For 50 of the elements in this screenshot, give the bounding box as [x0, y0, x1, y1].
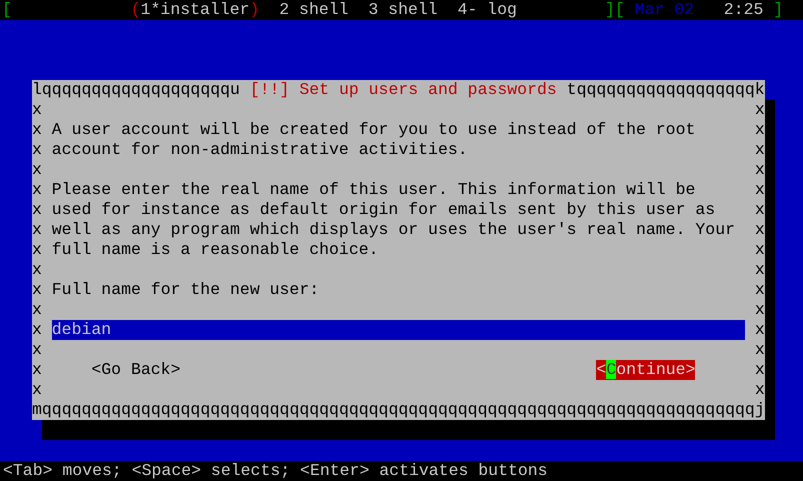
frame-border: x [754, 300, 765, 320]
key-hint: <Tab> moves; <Space> selects; <Enter> activates buttons [0, 461, 803, 481]
dialog-title: [!!] Set up users and passwords [250, 80, 557, 100]
frame-border: x [754, 320, 765, 340]
frame-border: x [32, 160, 42, 180]
time-text: 2:25 [724, 0, 764, 20]
frame-border: x [32, 280, 42, 300]
dialog-text: A user account will be created for you to use instead of the root account for non-administrative activities. [52, 120, 696, 160]
window-tab[interactable]: 2 shell [279, 0, 349, 20]
frame-border: x [754, 340, 765, 360]
full-name-field[interactable]: debian [52, 320, 745, 340]
frame-border: x [32, 180, 42, 200]
frame-border: x [754, 260, 765, 280]
frame-border: x [32, 140, 42, 160]
frame-border: x [754, 280, 765, 300]
frame-border: x [754, 120, 765, 140]
frame-border: x [754, 380, 765, 400]
frame-border: x [32, 260, 42, 280]
window-tab[interactable]: 3 shell [368, 0, 438, 20]
dialog-button[interactable]: <Continue> [596, 360, 696, 380]
frame-border: x [32, 220, 42, 240]
frame-border: x [32, 200, 42, 220]
bracket: ][ [604, 0, 625, 20]
date-text: Mar 02 [634, 0, 694, 20]
dialog-button[interactable]: <Go Back> [91, 360, 180, 380]
frame-border: x [32, 240, 42, 260]
frame-border: x [754, 180, 765, 200]
frame-border: x [754, 240, 765, 260]
frame-border: x [32, 100, 42, 120]
frame-border: x [32, 340, 42, 360]
frame-border: x [32, 120, 42, 140]
dialog-text: Please enter the real name of this user. This information will be used for instance as default origin for emails sent by this user as well as any program which displays or uses the user's real name. Your full name is a reasonable choice. [52, 180, 735, 260]
frame-border: x [754, 100, 765, 120]
frame-border: x [754, 220, 765, 240]
frame-border: x [32, 300, 42, 320]
frame-border: x [32, 320, 42, 340]
field-label: Full name for the new user: [52, 280, 320, 300]
frame-border: x [754, 360, 765, 380]
frame-border: x [32, 380, 42, 400]
frame-border: x [754, 200, 765, 220]
window-tab[interactable]: 4- log [457, 0, 517, 20]
window-tab[interactable]: (1*installer) [130, 0, 260, 20]
bracket: [ [2, 0, 12, 20]
frame-border: lqqqqqqqqqqqqqqqqqqqu [32, 80, 240, 100]
frame-border: x [754, 160, 765, 180]
bracket: ] [773, 0, 784, 20]
frame-border: x [754, 140, 765, 160]
frame-border: x [32, 360, 42, 380]
frame-border: tqqqqqqqqqqqqqqqqqqk [566, 80, 765, 100]
frame-border: mqqqqqqqqqqqqqqqqqqqqqqqqqqqqqqqqqqqqqqqqqqqqqqqqqqqqqqqqqqqqqqqqqqqqqqqqj [32, 400, 765, 420]
